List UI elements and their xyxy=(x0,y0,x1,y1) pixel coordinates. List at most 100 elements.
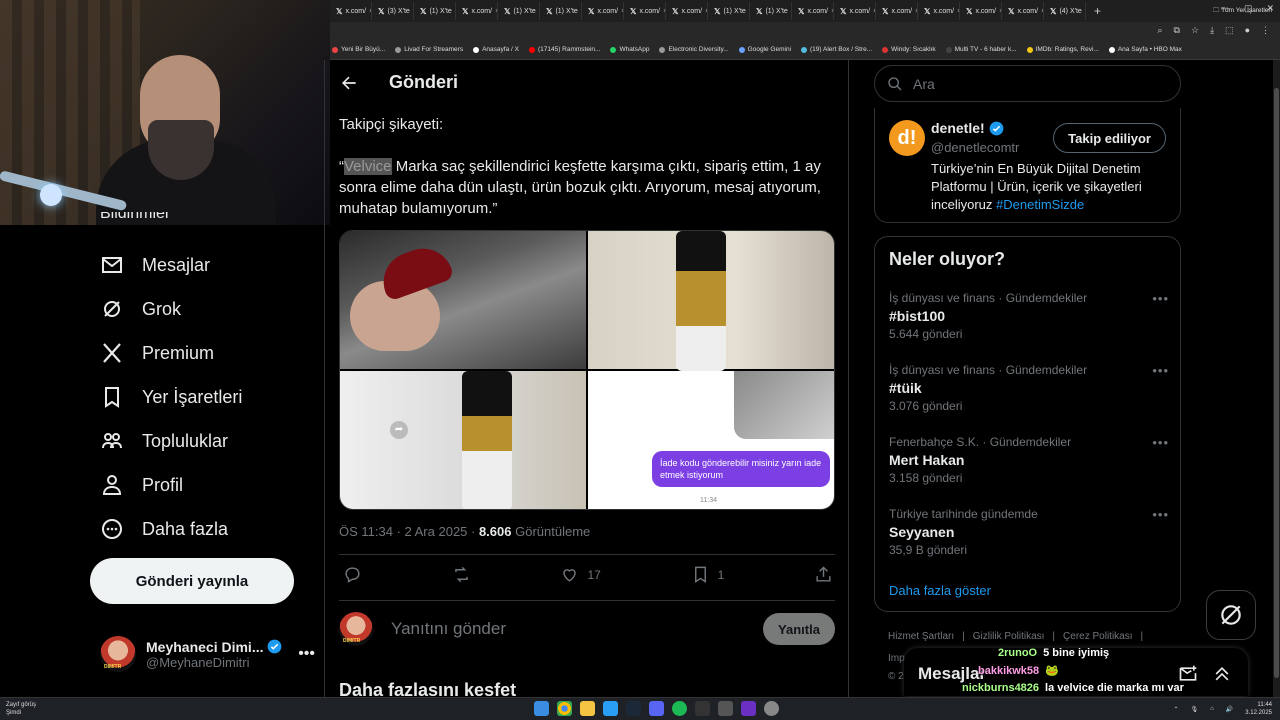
trend-item[interactable]: İş dünyası ve finans · Gündemdekiler #tü… xyxy=(889,363,1169,413)
following-button[interactable]: Takip ediliyor xyxy=(1053,123,1166,153)
bookmark-action[interactable]: 1 xyxy=(691,565,724,584)
more-icon[interactable]: ••• xyxy=(1152,435,1169,450)
new-message-icon[interactable] xyxy=(1178,664,1198,684)
browser-tab[interactable]: 𝕏x.com/× xyxy=(330,2,372,20)
browser-tab[interactable]: 𝕏x.com/× xyxy=(666,2,708,20)
nav-item-notifications[interactable]: Bildirimler xyxy=(100,212,170,224)
browser-tab[interactable]: 𝕏x.com/× xyxy=(876,2,918,20)
nav-item-mesajlar[interactable]: Mesajlar xyxy=(100,253,210,277)
post-timestamp[interactable]: ÖS 11:34 · 2 Ara 2025 · xyxy=(339,524,479,539)
chrome-icon[interactable] xyxy=(557,701,572,716)
bookmark-item[interactable]: Google Gemini xyxy=(738,46,791,53)
browser-menu-icon[interactable]: ⋮ xyxy=(1261,25,1270,36)
start-icon[interactable] xyxy=(534,701,549,716)
account-name[interactable]: denetle! xyxy=(931,120,985,136)
bookmark-item[interactable]: Yeni Bir Büyü... xyxy=(332,46,385,53)
bookmark-item[interactable]: (17145) Rammstein... xyxy=(528,46,600,53)
browser-tab[interactable]: 𝕏x.com/× xyxy=(960,2,1002,20)
mic-icon[interactable]: 🎙 xyxy=(1191,706,1199,713)
reply-button[interactable]: Yanıtla xyxy=(763,613,835,645)
obs-icon[interactable] xyxy=(718,701,733,716)
tray-chevron-icon[interactable]: ⌃ xyxy=(1174,706,1179,713)
epic-games-icon[interactable] xyxy=(695,701,710,716)
streamer-app-icon[interactable] xyxy=(741,701,756,716)
weather-widget[interactable]: Zayıf görüş Şimdi xyxy=(6,701,36,717)
discord-icon[interactable] xyxy=(649,701,664,716)
grok-button[interactable] xyxy=(1206,590,1256,640)
denetle-logo[interactable]: d! xyxy=(889,120,925,156)
bookmark-item[interactable]: Electronic Diversity... xyxy=(659,46,729,53)
bookmark-item[interactable]: Anasayfa / X xyxy=(473,46,519,53)
browser-tab[interactable]: 𝕏(4) X'te× xyxy=(1044,2,1086,20)
show-more-link[interactable]: Daha fazla göster xyxy=(889,583,991,598)
scrollbar-thumb[interactable] xyxy=(1274,88,1279,678)
back-arrow-icon[interactable] xyxy=(339,73,359,93)
volume-icon[interactable]: 🔊 xyxy=(1226,706,1233,713)
spotify-icon[interactable] xyxy=(672,701,687,716)
bookmark-item[interactable]: Windy: Sıcaklık xyxy=(882,46,936,53)
photos-icon[interactable] xyxy=(603,701,618,716)
trend-item[interactable]: İş dünyası ve finans · Gündemdekiler #bi… xyxy=(889,291,1169,341)
tab-close-icon[interactable]: × xyxy=(1085,8,1086,15)
zoom-icon[interactable]: ⌕ xyxy=(1158,25,1163,36)
browser-tab[interactable]: 𝕏(1) X'te× xyxy=(498,2,540,20)
more-icon[interactable]: ••• xyxy=(1152,507,1169,522)
nav-item-premium[interactable]: Premium xyxy=(100,341,214,365)
star-icon[interactable]: ☆ xyxy=(1191,25,1199,36)
hashtag-link[interactable]: #DenetimSizde xyxy=(996,197,1084,212)
search-input[interactable]: Ara xyxy=(874,65,1181,102)
share-action[interactable] xyxy=(814,565,833,584)
media-image-2[interactable] xyxy=(588,231,834,371)
media-image-3[interactable]: ➦ xyxy=(340,371,586,509)
post-media-grid[interactable]: ➦ İade kodu gönderebilir misiniz yarın i… xyxy=(339,230,835,510)
bookmark-item[interactable]: (19) Alert Box / Stre... xyxy=(801,46,872,53)
browser-tab[interactable]: 𝕏(3) X'te× xyxy=(372,2,414,20)
browser-tab[interactable]: 𝕏x.com/× xyxy=(834,2,876,20)
download-icon[interactable]: ⤓ xyxy=(1210,25,1214,36)
reply-input[interactable]: Yanıtını gönder xyxy=(391,619,506,639)
trend-item[interactable]: Türkiye tarihinde gündemde Seyyanen 35,9… xyxy=(889,507,1169,557)
footer-link[interactable]: Gizlilik Politikası xyxy=(973,631,1045,642)
settings-app-icon[interactable] xyxy=(764,701,779,716)
browser-tab[interactable]: 𝕏x.com/× xyxy=(456,2,498,20)
account-switcher[interactable]: DIMITR Meyhaneci Dimi... @MeyhaneDimitri… xyxy=(100,636,315,672)
media-image-4[interactable]: İade kodu gönderebilir misiniz yarın iad… xyxy=(588,371,834,509)
bookmark-item[interactable]: Ana Sayfa • HBO Max xyxy=(1108,46,1182,53)
post-button[interactable]: Gönderi yayınla xyxy=(90,558,294,604)
nav-item-daha-fazla[interactable]: Daha fazla xyxy=(100,517,228,541)
clock[interactable]: 11:44 3.12.2025 xyxy=(1245,701,1272,717)
new-tab-button[interactable]: + xyxy=(1094,4,1101,18)
browser-tab[interactable]: 𝕏(1) X'te× xyxy=(750,2,792,20)
expand-up-icon[interactable] xyxy=(1212,664,1232,684)
extensions-icon[interactable]: ⬚ xyxy=(1225,25,1234,36)
all-bookmarks-link[interactable]: 🗀 Tüm Yer İşaretleri xyxy=(1213,6,1272,17)
browser-tab[interactable]: 𝕏x.com/× xyxy=(918,2,960,20)
trend-item[interactable]: Fenerbahçe S.K. · Gündemdekiler Mert Hak… xyxy=(889,435,1169,485)
more-icon[interactable]: ••• xyxy=(298,645,315,663)
repost-action[interactable] xyxy=(452,565,471,584)
browser-tab[interactable]: 𝕏x.com/× xyxy=(624,2,666,20)
profile-icon[interactable]: ● xyxy=(1245,25,1250,36)
browser-tab[interactable]: 𝕏(1) X'te× xyxy=(540,2,582,20)
media-image-1[interactable] xyxy=(340,231,586,369)
nav-item-grok[interactable]: Grok xyxy=(100,297,181,321)
nav-item-profil[interactable]: Profil xyxy=(100,473,183,497)
reply-action[interactable] xyxy=(343,565,362,584)
like-action[interactable]: 17 xyxy=(560,565,601,584)
bookmark-item[interactable]: Multi TV - 6 haber k... xyxy=(945,46,1017,53)
network-icon[interactable]: ⌂ xyxy=(1210,706,1214,712)
footer-link[interactable]: Hizmet Şartları xyxy=(888,631,954,642)
browser-tab[interactable]: 𝕏x.com/× xyxy=(1002,2,1044,20)
steam-icon[interactable] xyxy=(626,701,641,716)
footer-link[interactable]: Çerez Politikası xyxy=(1063,631,1132,642)
nav-item-topluluklar[interactable]: Topluluklar xyxy=(100,429,228,453)
bookmark-item[interactable]: WhatsApp xyxy=(610,46,649,53)
more-icon[interactable]: ••• xyxy=(1152,291,1169,306)
folder-icon[interactable] xyxy=(580,701,595,716)
browser-tab[interactable]: 𝕏(1) X'te× xyxy=(414,2,456,20)
browser-tab[interactable]: 𝕏(1) X'te× xyxy=(708,2,750,20)
bookmark-item[interactable]: Livad For Streamers xyxy=(395,46,463,53)
cast-icon[interactable]: ⧉ xyxy=(1174,25,1180,36)
browser-tab[interactable]: 𝕏x.com/× xyxy=(582,2,624,20)
more-icon[interactable]: ••• xyxy=(1152,363,1169,378)
